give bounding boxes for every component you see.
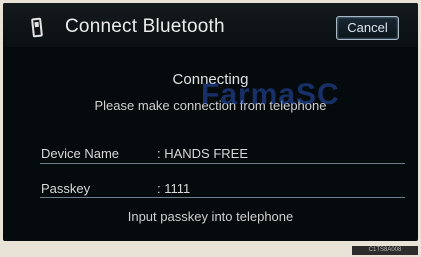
phone-icon xyxy=(31,17,43,38)
title-bar: Connect Bluetooth Cancel xyxy=(3,3,418,47)
device-name-value: : HANDS FREE xyxy=(157,146,249,161)
bluetooth-screen: Connect Bluetooth Cancel Connecting Plea… xyxy=(3,3,418,241)
screen-title: Connect Bluetooth xyxy=(65,16,225,37)
passkey-hint: Input passkey into telephone xyxy=(127,209,294,224)
cancel-button[interactable]: Cancel xyxy=(336,16,399,40)
passkey-value: : 1111 xyxy=(157,181,191,196)
device-name-label: Device Name xyxy=(41,146,120,161)
watermark: FarmaSC xyxy=(201,78,340,111)
passkey-label: Passkey xyxy=(41,181,91,196)
device-name-divider xyxy=(40,163,405,164)
passkey-divider xyxy=(40,197,405,198)
image-code: C1TS8A008 xyxy=(352,246,418,255)
